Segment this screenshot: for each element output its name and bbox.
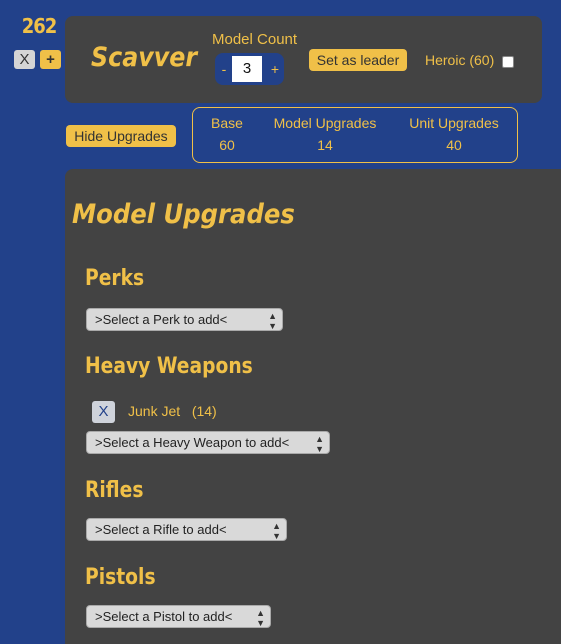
select-arrows-icon: ▲ ▼ [272, 521, 281, 541]
summary-value: 40 [446, 137, 462, 153]
summary-label: Unit Upgrades [409, 115, 499, 131]
select-placeholder: >Select a Pistol to add< [95, 609, 233, 624]
section-title-heavy-weapons: Heavy Weapons [85, 354, 253, 379]
upgrade-cost: (14) [191, 403, 217, 419]
remove-item-button[interactable]: X [92, 401, 115, 423]
select-placeholder: >Select a Heavy Weapon to add< [95, 435, 290, 450]
hide-upgrades-button[interactable]: Hide Upgrades [66, 125, 176, 147]
model-count-stepper: - 3 + [215, 53, 284, 85]
summary-base: Base 60 [205, 115, 249, 153]
select-arrows-icon: ▲ ▼ [268, 311, 277, 331]
rifle-select[interactable]: >Select a Rifle to add< ▲ ▼ [86, 518, 287, 541]
summary-label: Base [211, 115, 243, 131]
set-leader-button[interactable]: Set as leader [309, 49, 407, 71]
increment-button[interactable]: + [266, 53, 284, 85]
section-title-pistols: Pistols [85, 565, 156, 590]
model-count-label: Model Count [212, 31, 298, 48]
summary-label: Model Upgrades [273, 115, 377, 131]
points-total: 262 [21, 14, 58, 38]
summary-model-upgrades: Model Upgrades 14 [269, 115, 381, 153]
unit-header-card: Scavver Model Count - 3 + Set as leader … [65, 16, 542, 103]
summary-value: 14 [317, 137, 333, 153]
summary-unit-upgrades: Unit Upgrades 40 [403, 115, 505, 153]
duplicate-unit-button[interactable]: + [40, 50, 61, 69]
panel-title: Model Upgrades [72, 199, 295, 230]
perk-select[interactable]: >Select a Perk to add< ▲ ▼ [86, 308, 283, 331]
select-placeholder: >Select a Rifle to add< [95, 522, 227, 537]
section-title-rifles: Rifles [85, 478, 144, 503]
select-placeholder: >Select a Perk to add< [95, 312, 228, 327]
summary-value: 60 [219, 137, 235, 153]
heroic-checkbox[interactable] [502, 56, 514, 68]
remove-unit-button[interactable]: X [14, 50, 35, 69]
select-arrows-icon: ▲ ▼ [315, 434, 324, 454]
decrement-button[interactable]: - [215, 53, 233, 85]
heroic-label: Heroic (60) [425, 52, 495, 68]
heavy-weapon-select[interactable]: >Select a Heavy Weapon to add< ▲ ▼ [86, 431, 330, 454]
section-title-perks: Perks [85, 266, 145, 291]
pistol-select[interactable]: >Select a Pistol to add< ▲ ▼ [86, 605, 271, 628]
model-count-input[interactable]: 3 [232, 56, 262, 82]
select-arrows-icon: ▲ ▼ [256, 608, 265, 628]
upgrade-item: Junk Jet (14) [128, 403, 217, 419]
upgrades-panel: Model Upgrades Perks >Select a Perk to a… [65, 169, 561, 644]
points-summary: Base 60 Model Upgrades 14 Unit Upgrades … [192, 107, 518, 163]
upgrade-name: Junk Jet [128, 403, 181, 419]
unit-name: Scavver [91, 42, 198, 73]
